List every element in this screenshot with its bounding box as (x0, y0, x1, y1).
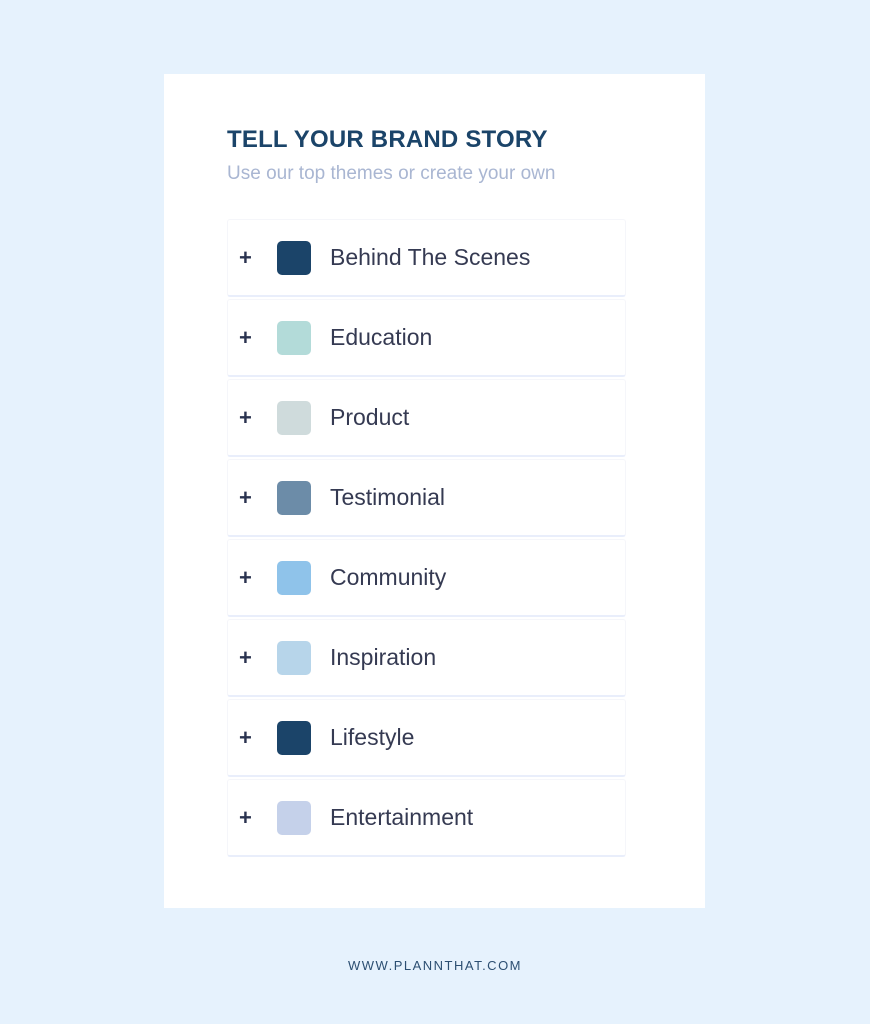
theme-item[interactable]: + Testimonial (227, 459, 626, 537)
brand-story-card: TELL YOUR BRAND STORY Use our top themes… (164, 74, 705, 908)
plus-icon[interactable]: + (239, 726, 257, 749)
theme-label: Lifestyle (330, 724, 415, 750)
plus-icon[interactable]: + (239, 246, 257, 269)
theme-list: + Behind The Scenes + Education + Produc… (227, 219, 626, 859)
card-subtitle: Use our top themes or create your own (227, 163, 556, 184)
theme-item[interactable]: + Entertainment (227, 779, 626, 857)
color-swatch (277, 320, 311, 355)
color-swatch (277, 720, 311, 755)
theme-label: Community (330, 564, 447, 590)
theme-item[interactable]: + Product (227, 379, 626, 457)
plus-icon[interactable]: + (239, 806, 257, 829)
theme-label: Product (330, 404, 410, 430)
card-title: TELL YOUR BRAND STORY (227, 126, 548, 153)
color-swatch (277, 480, 311, 515)
color-swatch (277, 560, 311, 595)
footer-url: WWW.PLANNTHAT.COM (347, 958, 523, 973)
plus-icon[interactable]: + (239, 326, 257, 349)
color-swatch (277, 800, 311, 835)
color-swatch (277, 400, 311, 435)
color-swatch (277, 640, 311, 675)
theme-item[interactable]: + Inspiration (227, 619, 626, 697)
theme-item[interactable]: + Community (227, 539, 626, 617)
plus-icon[interactable]: + (239, 646, 257, 669)
theme-label: Education (330, 324, 433, 350)
plus-icon[interactable]: + (239, 486, 257, 509)
plus-icon[interactable]: + (239, 406, 257, 429)
theme-label: Entertainment (330, 804, 474, 830)
theme-item[interactable]: + Education (227, 299, 626, 377)
theme-label: Behind The Scenes (330, 244, 531, 270)
theme-label: Inspiration (330, 644, 437, 670)
theme-item[interactable]: + Lifestyle (227, 699, 626, 777)
theme-item[interactable]: + Behind The Scenes (227, 219, 626, 297)
theme-label: Testimonial (330, 484, 446, 510)
color-swatch (277, 240, 311, 275)
plus-icon[interactable]: + (239, 566, 257, 589)
